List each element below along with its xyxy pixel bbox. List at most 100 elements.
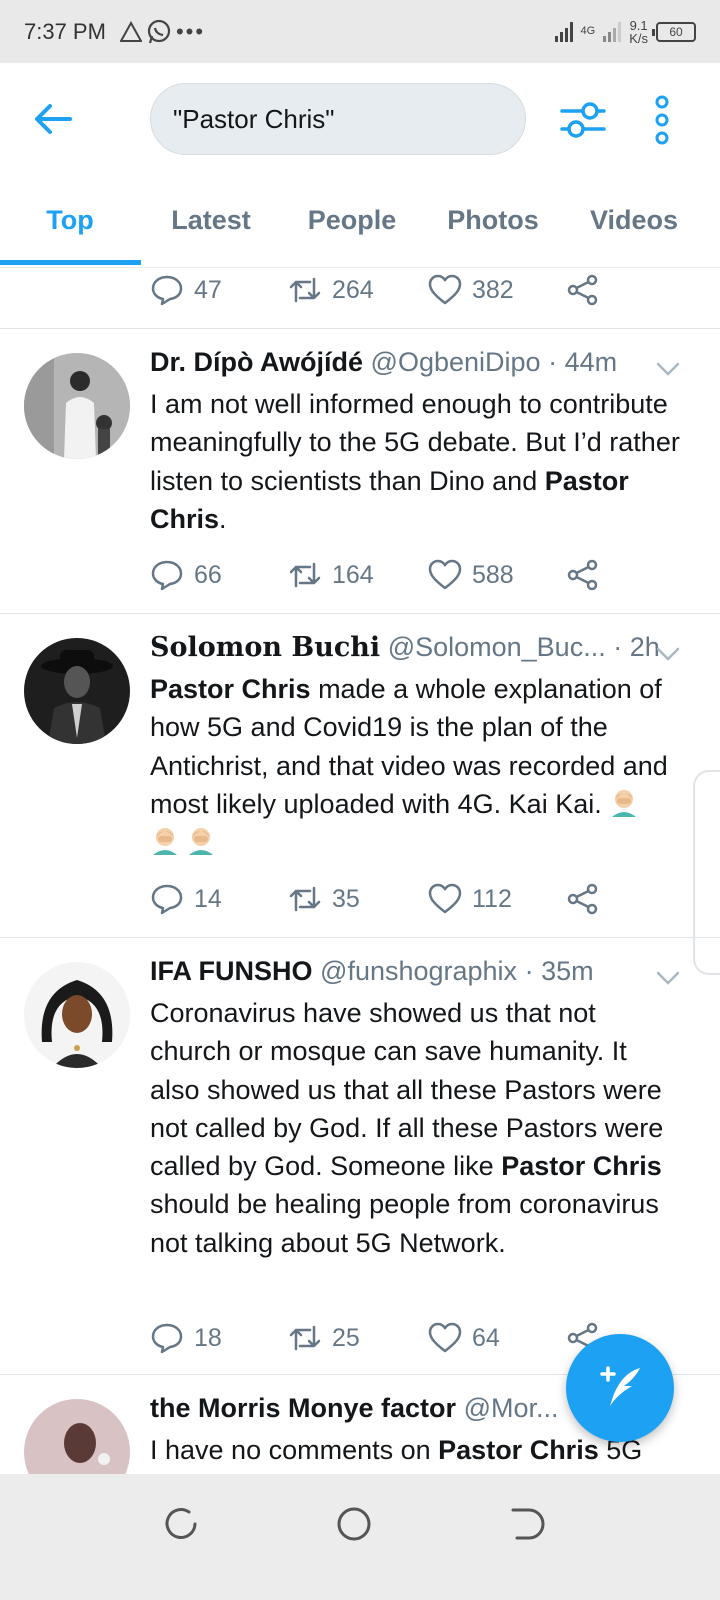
like-button[interactable]: 382 <box>428 268 514 312</box>
tweet-text: I am not well informed enough to contrib… <box>150 385 680 538</box>
more-vertical-icon <box>655 95 669 145</box>
reply-count: 47 <box>194 275 222 304</box>
like-button[interactable]: 64 <box>428 1316 500 1360</box>
avatar[interactable] <box>24 1399 130 1474</box>
share-button[interactable] <box>566 877 600 921</box>
retweet-button[interactable]: 264 <box>288 268 374 312</box>
chevron-down-icon[interactable] <box>654 355 682 383</box>
tweet-time: 35m <box>541 956 594 986</box>
tab-top[interactable]: Top <box>0 173 140 268</box>
tweet-feed[interactable]: 47 264 382 Dr. Dípò Awójídé @OgbeniDipo … <box>0 268 720 1474</box>
display-name[interactable]: IFA FUNSHO <box>150 956 313 986</box>
chevron-down-icon[interactable] <box>654 640 682 668</box>
tweet-text: Coronavirus have showed us that not chur… <box>150 994 680 1262</box>
reply-button[interactable]: 14 <box>150 877 222 921</box>
share-button[interactable] <box>566 268 600 312</box>
search-input[interactable]: "Pastor Chris" <box>150 83 526 155</box>
user-handle[interactable]: @Mor... <box>464 1393 559 1423</box>
chevron-down-icon[interactable] <box>654 964 682 992</box>
active-tab-indicator <box>0 260 141 265</box>
compose-tweet-button[interactable] <box>566 1334 674 1442</box>
tab-photos[interactable]: Photos <box>423 173 563 268</box>
separator: · <box>517 956 542 986</box>
retweet-button[interactable]: 25 <box>288 1316 360 1360</box>
battery-level: 60 <box>669 24 683 39</box>
retweet-icon <box>289 277 321 303</box>
avatar[interactable] <box>24 638 130 744</box>
retweet-button[interactable]: 164 <box>288 553 374 597</box>
tweet-card[interactable]: Dr. Dípò Awójídé @OgbeniDipo · 44m I am … <box>0 329 720 613</box>
signal-strength-icon <box>554 21 573 42</box>
network-type: 4G <box>580 25 596 37</box>
home-icon[interactable] <box>334 1504 374 1544</box>
reply-icon <box>151 275 183 306</box>
user-handle[interactable]: @OgbeniDipo <box>371 347 541 377</box>
retweet-icon <box>289 562 321 588</box>
avatar[interactable] <box>24 962 130 1068</box>
display-name[interactable]: Solomon Buchi <box>150 632 380 663</box>
separator: · <box>605 632 630 662</box>
retweet-icon <box>289 1325 321 1351</box>
notification-icons: ••• <box>119 18 206 45</box>
retweet-count: 264 <box>332 275 374 304</box>
more-options-button[interactable] <box>650 95 674 145</box>
recent-apps-icon[interactable] <box>163 1504 203 1544</box>
like-heart-icon <box>428 559 462 590</box>
reply-count: 18 <box>194 1323 222 1352</box>
retweet-count: 164 <box>332 560 374 589</box>
like-button[interactable]: 112 <box>428 877 512 921</box>
tweet-text-part: I have no comments on <box>150 1435 439 1465</box>
display-name[interactable]: the Morris Monye factor <box>150 1393 456 1423</box>
tweet-text-part: should be healing people from coronaviru… <box>150 1189 659 1258</box>
reply-icon <box>151 560 183 591</box>
reply-button[interactable]: 18 <box>150 1316 222 1360</box>
more-notifications-icon: ••• <box>175 18 206 44</box>
avatar[interactable] <box>24 353 130 459</box>
warning-triangle-icon <box>119 20 142 42</box>
signal-strength-2-icon <box>603 21 622 42</box>
search-tabs: Top Latest People Photos Videos <box>0 173 720 268</box>
scroll-handle[interactable] <box>693 770 720 975</box>
user-handle[interactable]: @Solomon_Buc... <box>388 632 606 662</box>
like-count: 382 <box>472 275 514 304</box>
compose-tweet-icon <box>600 1366 640 1406</box>
system-nav-bar <box>0 1474 720 1600</box>
search-filter-button[interactable] <box>560 97 606 143</box>
reply-count: 14 <box>194 884 222 913</box>
search-highlight: Pastor Chris <box>501 1151 662 1182</box>
like-heart-icon <box>428 1322 462 1353</box>
filter-sliders-icon <box>560 102 606 138</box>
reply-button[interactable]: 66 <box>150 553 222 597</box>
retweet-icon <box>289 886 321 912</box>
search-query: "Pastor Chris" <box>173 103 335 134</box>
back-button[interactable] <box>30 97 74 141</box>
like-count: 588 <box>472 560 514 589</box>
retweet-count: 35 <box>332 884 360 913</box>
tab-people[interactable]: People <box>282 173 422 268</box>
reply-icon <box>151 884 183 915</box>
display-name[interactable]: Dr. Dípò Awójídé <box>150 347 363 377</box>
search-header: "Pastor Chris" <box>0 63 720 173</box>
like-count: 112 <box>472 884 512 913</box>
like-heart-icon <box>428 274 462 305</box>
like-button[interactable]: 588 <box>428 553 514 597</box>
share-icon <box>567 274 598 306</box>
network-speed-value: 9.1 <box>629 17 648 33</box>
reply-button[interactable]: 47 <box>150 268 222 312</box>
retweet-count: 25 <box>332 1323 360 1352</box>
tab-latest[interactable]: Latest <box>141 173 281 268</box>
network-speed-unit: K/s <box>629 30 648 46</box>
tweet-text: Pastor Chris made a whole explanation of… <box>150 670 680 861</box>
tweet-card[interactable]: Solomon Buchi @Solomon_Buc... · 2h Pasto… <box>0 614 720 937</box>
tab-videos[interactable]: Videos <box>564 173 704 268</box>
back-arrow-icon <box>35 104 72 134</box>
tweet-card[interactable]: IFA FUNSHO @funshographix · 35m Coronavi… <box>0 938 720 1374</box>
retweet-button[interactable]: 35 <box>288 877 360 921</box>
share-button[interactable] <box>566 553 600 597</box>
reply-count: 66 <box>194 560 222 589</box>
whatsapp-icon <box>147 19 171 43</box>
back-nav-icon[interactable] <box>505 1504 545 1544</box>
battery-icon: 60 <box>652 21 696 42</box>
user-handle[interactable]: @funshographix <box>320 956 517 986</box>
share-icon <box>567 559 598 591</box>
